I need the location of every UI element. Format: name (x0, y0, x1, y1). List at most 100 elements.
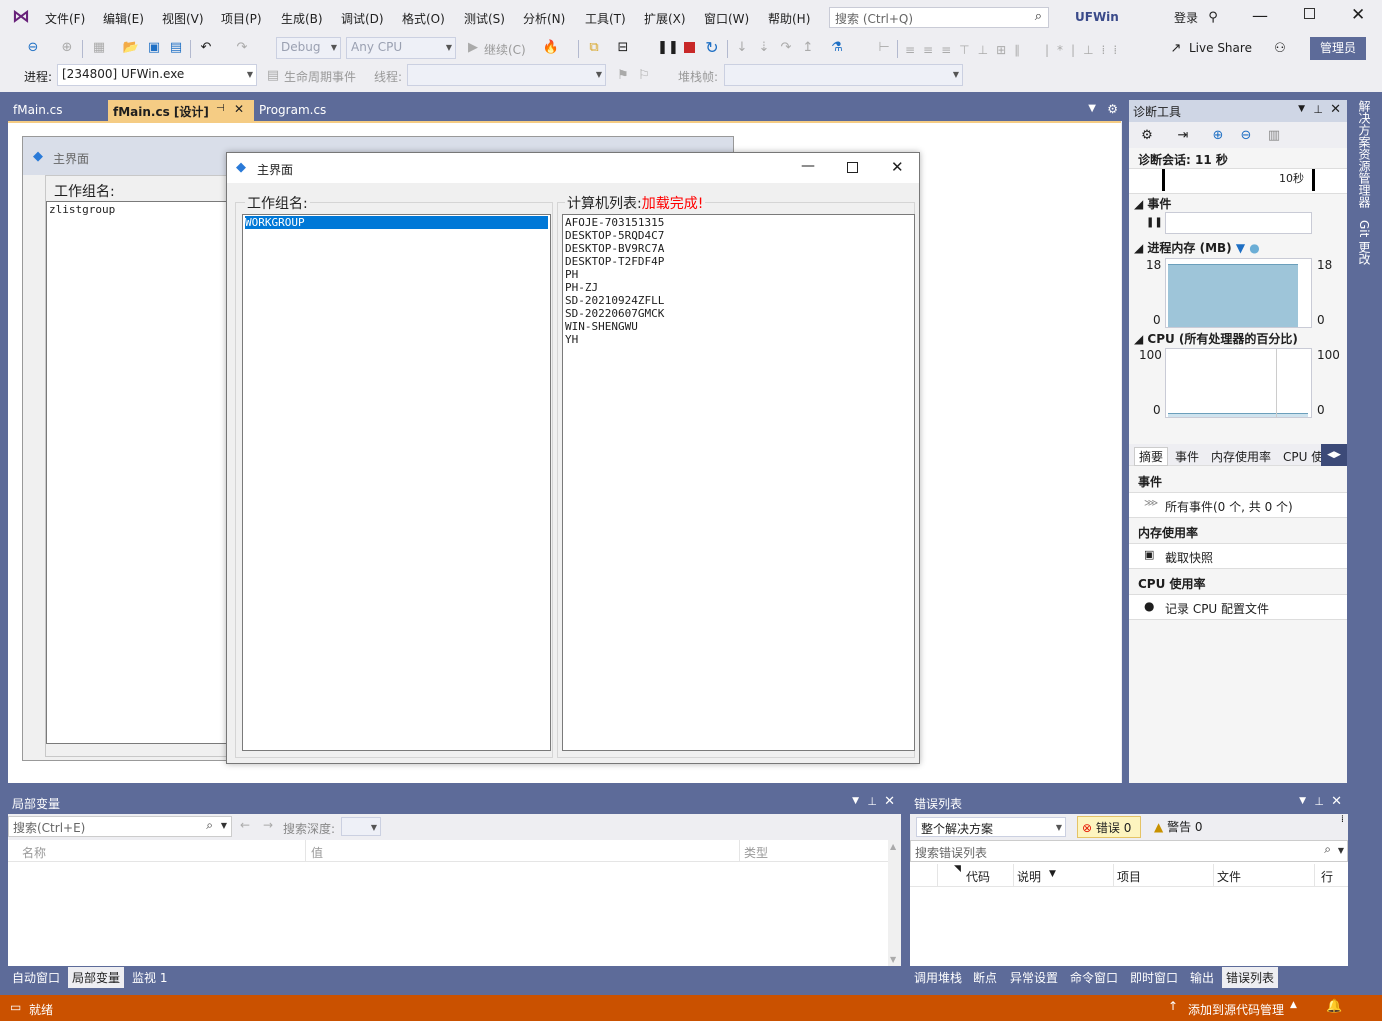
tab-memory[interactable]: 内存使用率 (1211, 448, 1271, 465)
menu-window[interactable]: 窗口(W) (704, 10, 749, 27)
designer-workgroup-listbox[interactable]: zlistgroup (46, 201, 246, 744)
menu-debug[interactable]: 调试(D) (341, 10, 384, 27)
step-out-icon[interactable]: ↥ (799, 38, 817, 56)
diagnostic-icon[interactable]: ⚗ (828, 38, 846, 56)
process-dropdown[interactable]: [234800] UFWin.exe ▼ (57, 64, 257, 86)
menu-format[interactable]: 格式(O) (402, 10, 445, 27)
search-depth-dropdown[interactable]: ▼ (341, 817, 381, 836)
step-back-icon[interactable]: ↷ (777, 38, 795, 56)
tab-fmain-cs[interactable]: fMain.cs (8, 100, 108, 121)
menu-build[interactable]: 生成(B) (281, 10, 323, 27)
chart-icon[interactable]: ▥ (1265, 126, 1283, 144)
feedback-icon[interactable]: ⚲ (1204, 8, 1222, 26)
step-into-icon[interactable]: ↓ (733, 38, 751, 56)
menu-test[interactable]: 测试(S) (464, 10, 505, 27)
panel-dropdown-icon[interactable]: ▼ (1299, 796, 1306, 806)
tab-call-stack[interactable]: 调用堆栈 (910, 967, 966, 988)
flag-all-icon[interactable]: ⚐ (635, 66, 653, 84)
warnings-filter-button[interactable]: ▲ 警告 0 (1150, 816, 1214, 838)
tab-fmain-designer[interactable]: fMain.cs [设计] ⊣ ✕ (108, 100, 254, 121)
column-name[interactable]: 名称 (22, 844, 46, 861)
live-share-icon[interactable]: ↗ (1167, 39, 1185, 57)
login-link[interactable]: 登录 (1174, 9, 1198, 26)
menu-help[interactable]: 帮助(H) (768, 10, 810, 27)
scroll-down-icon[interactable]: ▼ (890, 955, 896, 964)
overflow-icon[interactable]: ⁞ (1341, 814, 1344, 825)
menu-tools[interactable]: 工具(T) (585, 10, 626, 27)
panel-dropdown-icon[interactable]: ▼ (852, 796, 859, 806)
export-icon[interactable]: ⇥ (1174, 126, 1192, 144)
panel-dropdown-icon[interactable]: ▼ (1298, 104, 1305, 114)
zoom-out-icon[interactable]: ⊖ (1237, 126, 1255, 144)
computer-item[interactable]: AFOJE-703151315 (565, 216, 912, 229)
menu-analyze[interactable]: 分析(N) (523, 10, 565, 27)
tab-error-list[interactable]: 错误列表 (1222, 967, 1279, 988)
settings-gear-icon[interactable]: ⚙ (1107, 102, 1118, 116)
tab-program-cs[interactable]: Program.cs (254, 100, 366, 121)
platform-dropdown[interactable]: Any CPU ▼ (346, 37, 456, 59)
tab-breakpoints[interactable]: 断点 (969, 967, 1001, 988)
column-type[interactable]: 类型 (744, 844, 768, 861)
tab-events[interactable]: 事件 (1175, 448, 1199, 465)
undo-icon[interactable]: ↶ (197, 38, 215, 56)
search-forward-icon[interactable]: → (263, 818, 273, 832)
forward-icon[interactable]: ⊕ (58, 38, 76, 56)
source-control-caret-icon[interactable]: ▲ (1290, 1000, 1297, 1010)
restart-icon[interactable]: ↻ (703, 38, 721, 57)
tab-close-icon[interactable]: ✕ (234, 102, 244, 116)
save-all-icon[interactable]: ▤ (167, 38, 185, 56)
memory-filter-icon[interactable]: ▼ (1236, 241, 1245, 255)
menu-file[interactable]: 文件(F) (45, 10, 85, 27)
close-button[interactable]: ✕ (1351, 5, 1365, 25)
tab-locals[interactable]: 局部变量 (68, 967, 125, 988)
tab-autos[interactable]: 自动窗口 (8, 967, 64, 988)
redo-icon[interactable]: ↷ (233, 38, 251, 56)
pin-icon[interactable]: ⊣ (216, 103, 225, 114)
back-icon[interactable]: ⊖ (24, 38, 42, 56)
git-changes-tab[interactable]: Git 更改 (1356, 220, 1373, 265)
column-project[interactable]: 项目 (1117, 868, 1141, 885)
workgroup-item-selected[interactable]: WORKGROUP (245, 216, 548, 229)
open-folder-icon[interactable]: 📂 (122, 38, 140, 56)
search-back-icon[interactable]: ← (240, 818, 250, 832)
locals-search-input[interactable]: 搜索(Ctrl+E) ⌕ ▼ (8, 816, 232, 837)
maximize-button[interactable] (1304, 8, 1315, 19)
panel-close-icon[interactable]: ✕ (1331, 794, 1342, 809)
column-line[interactable]: 行 (1321, 868, 1333, 885)
all-events-row[interactable]: ⋙ 所有事件(0 个, 共 0 个) (1129, 492, 1347, 518)
tab-dropdown-icon[interactable]: ▼ (1088, 103, 1096, 114)
tab-immediate-window[interactable]: 即时窗口 (1126, 967, 1182, 988)
running-form[interactable]: ◆ 主界面 — ✕ 工作组名: WORKGROUP 计算机列表:加载完成! AF… (226, 152, 920, 764)
form-close-button[interactable]: ✕ (891, 158, 904, 176)
errors-filter-button[interactable]: ⊗ 错误 0 (1077, 816, 1141, 838)
browser-link-icon[interactable]: ⧉ (585, 38, 603, 56)
tab-command-window[interactable]: 命令窗口 (1066, 967, 1122, 988)
cpu-chart[interactable] (1165, 348, 1312, 418)
tab-cpu[interactable]: CPU 使 (1283, 448, 1323, 465)
column-file[interactable]: 文件 (1217, 868, 1241, 885)
panel-close-icon[interactable]: ✕ (884, 794, 895, 809)
zoom-in-icon[interactable]: ⊕ (1209, 126, 1227, 144)
error-scope-dropdown[interactable]: 整个解决方案 ▼ (916, 817, 1066, 837)
lifecycle-events-button[interactable]: 生命周期事件 (284, 68, 356, 85)
config-dropdown[interactable]: Debug ▼ (276, 37, 341, 59)
memory-chart[interactable] (1165, 258, 1312, 328)
continue-icon[interactable]: ▶ (464, 38, 482, 56)
form-minimize-button[interactable]: — (801, 158, 815, 174)
add-to-source-control-button[interactable]: 添加到源代码管理 (1188, 1001, 1284, 1018)
panel-pin-icon[interactable]: ⊥ (867, 795, 877, 808)
computer-item[interactable]: DESKTOP-T2FDF4P (565, 255, 912, 268)
panel-pin-icon[interactable]: ⊥ (1313, 103, 1323, 116)
search-options-icon[interactable]: ▼ (1338, 846, 1344, 855)
computer-item[interactable]: PH (565, 268, 912, 281)
pause-events-icon[interactable]: ❚❚ (1146, 217, 1163, 228)
tab-exception-settings[interactable]: 异常设置 (1006, 967, 1062, 988)
continue-button[interactable]: 继续(C) (484, 41, 526, 58)
stack-frame-icon[interactable]: ⊟ (614, 38, 632, 56)
live-share-button[interactable]: Live Share (1189, 41, 1252, 55)
computer-item[interactable]: DESKTOP-5RQD4C7 (565, 229, 912, 242)
sort-icon[interactable]: ◥ (954, 864, 961, 874)
align-icon[interactable]: ⊢ (875, 38, 893, 56)
search-options-icon[interactable]: ▼ (221, 821, 227, 830)
menu-extensions[interactable]: 扩展(X) (644, 10, 686, 27)
